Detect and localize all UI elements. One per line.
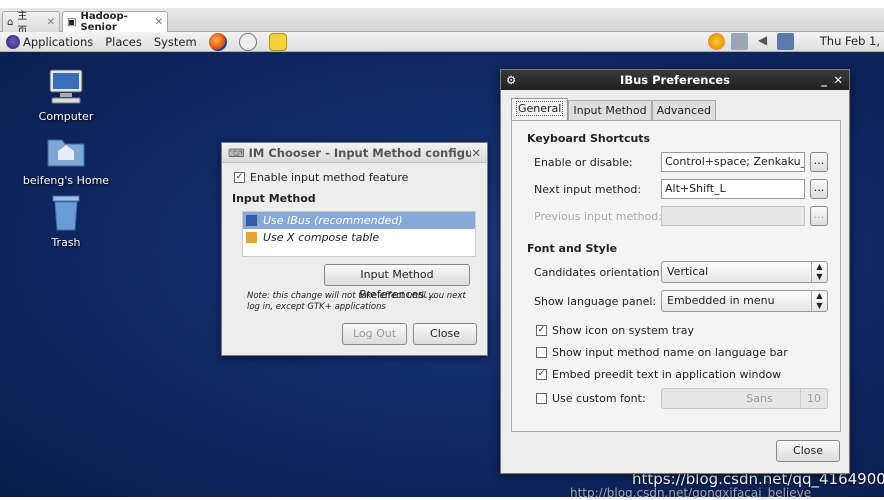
computer-icon [46, 68, 86, 106]
applications-label: Applications [23, 34, 94, 49]
show-im-name-label: Show input method name on language bar [552, 346, 788, 359]
input-method-heading: Input Method [232, 192, 316, 205]
enable-im-checkbox[interactable]: ✓ [234, 172, 245, 183]
tab-advanced[interactable]: Advanced [651, 100, 716, 120]
candidates-orientation-label: Candidates orientation: [534, 266, 664, 279]
ibus-preferences-window: ⚙ IBus Preferences _ ✕ General Input Met… [500, 69, 850, 474]
system-menu[interactable]: System [154, 35, 197, 49]
custom-font-label: Use custom font: [552, 392, 646, 405]
home-icon: ⌂ [7, 16, 14, 28]
clock[interactable]: Thu Feb 1, [820, 34, 880, 48]
enable-disable-label: Enable or disable: [534, 156, 633, 169]
im-chooser-titlebar[interactable]: ⌨ IM Chooser - Input Method configuratio… [222, 143, 487, 163]
ibus-icon [246, 215, 257, 226]
font-name-value: Sans [746, 392, 773, 405]
ibus-tabs: General Input Method Advanced [511, 98, 716, 120]
tab-general-label: General [516, 101, 564, 116]
ibus-title: IBus Preferences [620, 73, 730, 87]
minimize-icon[interactable]: _ [821, 73, 827, 87]
previous-input-method-field[interactable] [661, 206, 805, 226]
embed-preedit-label: Embed preedit text in application window [552, 368, 782, 381]
option-label: Use IBus (recommended) [263, 214, 403, 227]
show-im-name-checkbox[interactable] [536, 347, 547, 358]
gear-icon: ⚙ [506, 73, 517, 87]
close-icon[interactable]: ✕ [833, 73, 843, 87]
show-tray-icon-row[interactable]: ✓ Show icon on system tray [536, 324, 694, 337]
tab-input-method[interactable]: Input Method [568, 100, 652, 120]
close-icon[interactable]: ✕ [155, 17, 163, 28]
general-tab-panel: Keyboard Shortcuts Enable or disable: Co… [511, 120, 841, 432]
embed-preedit-checkbox[interactable]: ✓ [536, 369, 547, 380]
im-chooser-window: ⌨ IM Chooser - Input Method configuratio… [221, 142, 488, 356]
show-language-panel-value: Embedded in menu [667, 294, 775, 307]
enable-disable-field[interactable]: Control+space; Zenkaku_Ha [661, 152, 805, 172]
show-tray-icon-label: Show icon on system tray [552, 324, 695, 337]
custom-font-checkbox[interactable] [536, 393, 547, 404]
ibus-close-button[interactable]: Close [776, 440, 840, 462]
im-chooser-close-button[interactable]: Close [413, 323, 477, 345]
vm-tab-strip: ⌂ 主页 ✕ ▣ Hadoop-Senior ✕ [0, 8, 884, 37]
input-method-list: Use IBus (recommended) Use X compose tab… [242, 211, 476, 257]
embed-preedit-row[interactable]: ✓ Embed preedit text in application wind… [536, 368, 781, 381]
top-panel: Applications Places System ◀ Thu Feb 1, [0, 32, 884, 52]
enable-disable-more-button[interactable]: ... [810, 152, 828, 172]
computer-desktop-icon[interactable]: Computer [21, 68, 111, 123]
tab-home[interactable]: ⌂ 主页 ✕ [2, 11, 60, 37]
show-language-panel-select[interactable]: Embedded in menu ▲ ▼ [661, 290, 828, 312]
notes-icon[interactable] [268, 32, 287, 51]
previous-input-method-more-button[interactable]: ... [810, 206, 828, 226]
next-input-method-more-button[interactable]: ... [810, 179, 828, 199]
vm-icon: ▣ [67, 16, 77, 28]
home-label: beifeng's Home [22, 174, 110, 187]
close-icon[interactable]: ✕ [471, 146, 481, 160]
input-method-preferences-button[interactable]: Input Method Preferences... [324, 264, 470, 301]
display-icon[interactable] [777, 33, 794, 50]
candidates-orientation-select[interactable]: Vertical ▲ ▼ [661, 261, 828, 283]
compose-icon [246, 232, 257, 243]
volume-icon[interactable]: ◀ [754, 33, 771, 50]
chevron-updown-icon: ▲ ▼ [811, 262, 827, 282]
trash-desktop-icon[interactable]: Trash [21, 194, 111, 249]
watermark-secondary: http://blog.csdn.net/gongxifacai_believe [570, 486, 812, 500]
update-icon[interactable] [708, 33, 725, 50]
show-language-panel-label: Show language panel: [534, 295, 657, 308]
note-text: Note: this change will not take effect u… [247, 291, 466, 312]
places-menu[interactable]: Places [105, 35, 142, 49]
tab-hadoop-senior[interactable]: ▣ Hadoop-Senior ✕ [62, 11, 168, 33]
network-icon[interactable] [731, 33, 748, 50]
previous-input-method-label: Previous input method: [534, 210, 662, 223]
close-icon[interactable]: ✕ [47, 17, 55, 28]
keyboard-icon: ⌨ [228, 145, 245, 160]
custom-font-row[interactable]: Use custom font: [536, 392, 646, 405]
next-input-method-field[interactable]: Alt+Shift_L [661, 179, 805, 199]
list-item[interactable]: Use X compose table [243, 229, 475, 246]
show-im-name-row[interactable]: Show input method name on language bar [536, 346, 788, 359]
font-and-style-heading: Font and Style [527, 242, 618, 255]
font-size-value: 10 [800, 389, 821, 408]
tab-hadoop-label: Hadoop-Senior [80, 11, 128, 33]
chevron-updown-icon: ▲ ▼ [811, 291, 827, 311]
applications-menu[interactable]: Applications [6, 34, 94, 49]
enable-im-label: Enable input method feature [250, 171, 409, 184]
im-chooser-title: IM Chooser - Input Method configuratio [248, 145, 472, 160]
next-input-method-label: Next input method: [534, 183, 642, 196]
candidates-orientation-value: Vertical [667, 265, 709, 278]
home-folder-icon [46, 132, 86, 170]
show-tray-icon-checkbox[interactable]: ✓ [536, 325, 547, 336]
tab-general[interactable]: General [511, 98, 569, 120]
computer-label: Computer [38, 110, 94, 123]
custom-font-button[interactable]: Sans 10 [661, 388, 828, 409]
log-out-button[interactable]: Log Out [342, 323, 407, 345]
option-label: Use X compose table [263, 231, 380, 244]
list-item[interactable]: Use IBus (recommended) [243, 212, 475, 229]
trash-label: Trash [51, 236, 81, 249]
trash-icon [46, 194, 86, 232]
firefox-icon[interactable] [208, 32, 227, 51]
gnome-foot-icon [6, 34, 20, 49]
mail-icon[interactable] [238, 32, 257, 51]
keyboard-shortcuts-heading: Keyboard Shortcuts [527, 132, 651, 145]
home-desktop-icon[interactable]: beifeng's Home [21, 132, 111, 187]
enable-im-row[interactable]: ✓ Enable input method feature [234, 171, 408, 184]
ibus-titlebar[interactable]: ⚙ IBus Preferences _ ✕ [501, 70, 849, 90]
